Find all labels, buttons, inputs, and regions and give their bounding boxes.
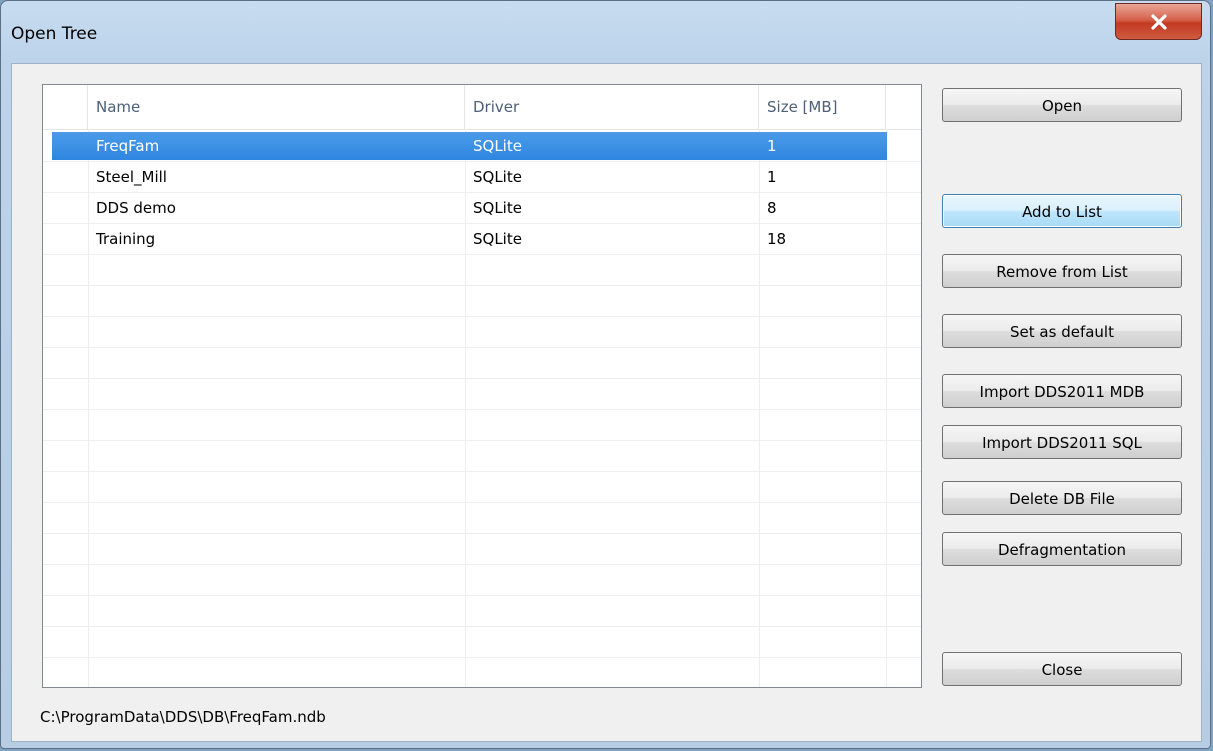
open-button[interactable]: Open bbox=[942, 88, 1182, 122]
cell-name: DDS demo bbox=[96, 199, 176, 217]
cell-driver: SQLite bbox=[473, 199, 522, 217]
empty-row bbox=[43, 255, 921, 286]
empty-row bbox=[43, 534, 921, 565]
empty-row bbox=[43, 441, 921, 472]
selected-file-path: C:\ProgramData\DDS\DB\FreqFam.ndb bbox=[40, 708, 326, 726]
header-blank bbox=[43, 85, 88, 129]
import-sql-button[interactable]: Import DDS2011 SQL bbox=[942, 425, 1182, 459]
table-row[interactable]: FreqFam SQLite 1 bbox=[43, 131, 921, 162]
column-header-name[interactable]: Name bbox=[88, 85, 465, 129]
table-row[interactable]: DDS demo SQLite 8 bbox=[43, 193, 921, 224]
add-to-list-button[interactable]: Add to List bbox=[942, 194, 1182, 228]
empty-row bbox=[43, 503, 921, 534]
window-close-button[interactable] bbox=[1115, 3, 1202, 40]
window-title: Open Tree bbox=[11, 24, 98, 44]
cell-driver: SQLite bbox=[473, 137, 522, 155]
empty-row bbox=[43, 596, 921, 627]
header-filler bbox=[886, 85, 921, 129]
empty-row bbox=[43, 565, 921, 596]
cell-name: FreqFam bbox=[96, 137, 160, 155]
defragmentation-button[interactable]: Defragmentation bbox=[942, 532, 1182, 566]
delete-db-file-button[interactable]: Delete DB File bbox=[942, 481, 1182, 515]
empty-row bbox=[43, 379, 921, 410]
cell-size: 1 bbox=[767, 168, 777, 186]
table-row[interactable]: Training SQLite 18 bbox=[43, 224, 921, 255]
cell-driver: SQLite bbox=[473, 230, 522, 248]
cell-driver: SQLite bbox=[473, 168, 522, 186]
empty-row bbox=[43, 410, 921, 441]
column-header-driver[interactable]: Driver bbox=[465, 85, 759, 129]
empty-row bbox=[43, 627, 921, 658]
column-header-size[interactable]: Size [MB] bbox=[759, 85, 886, 129]
cell-size: 18 bbox=[767, 230, 787, 248]
import-mdb-button[interactable]: Import DDS2011 MDB bbox=[942, 374, 1182, 408]
cell-size: 8 bbox=[767, 199, 777, 217]
close-button[interactable]: Close bbox=[942, 652, 1182, 686]
empty-row bbox=[43, 348, 921, 379]
table-row[interactable]: Steel_Mill SQLite 1 bbox=[43, 162, 921, 193]
empty-row bbox=[43, 658, 921, 687]
set-as-default-button[interactable]: Set as default bbox=[942, 314, 1182, 348]
tree-list[interactable]: Name Driver Size [MB] FreqFam SQLite 1 Stee… bbox=[42, 84, 922, 688]
cell-name: Training bbox=[96, 230, 156, 248]
list-header: Name Driver Size [MB] bbox=[43, 85, 921, 130]
empty-row bbox=[43, 317, 921, 348]
empty-row bbox=[43, 472, 921, 503]
remove-from-list-button[interactable]: Remove from List bbox=[942, 254, 1182, 288]
cell-name: Steel_Mill bbox=[96, 168, 167, 186]
empty-row bbox=[43, 286, 921, 317]
close-icon bbox=[1150, 13, 1167, 30]
cell-size: 1 bbox=[767, 137, 777, 155]
